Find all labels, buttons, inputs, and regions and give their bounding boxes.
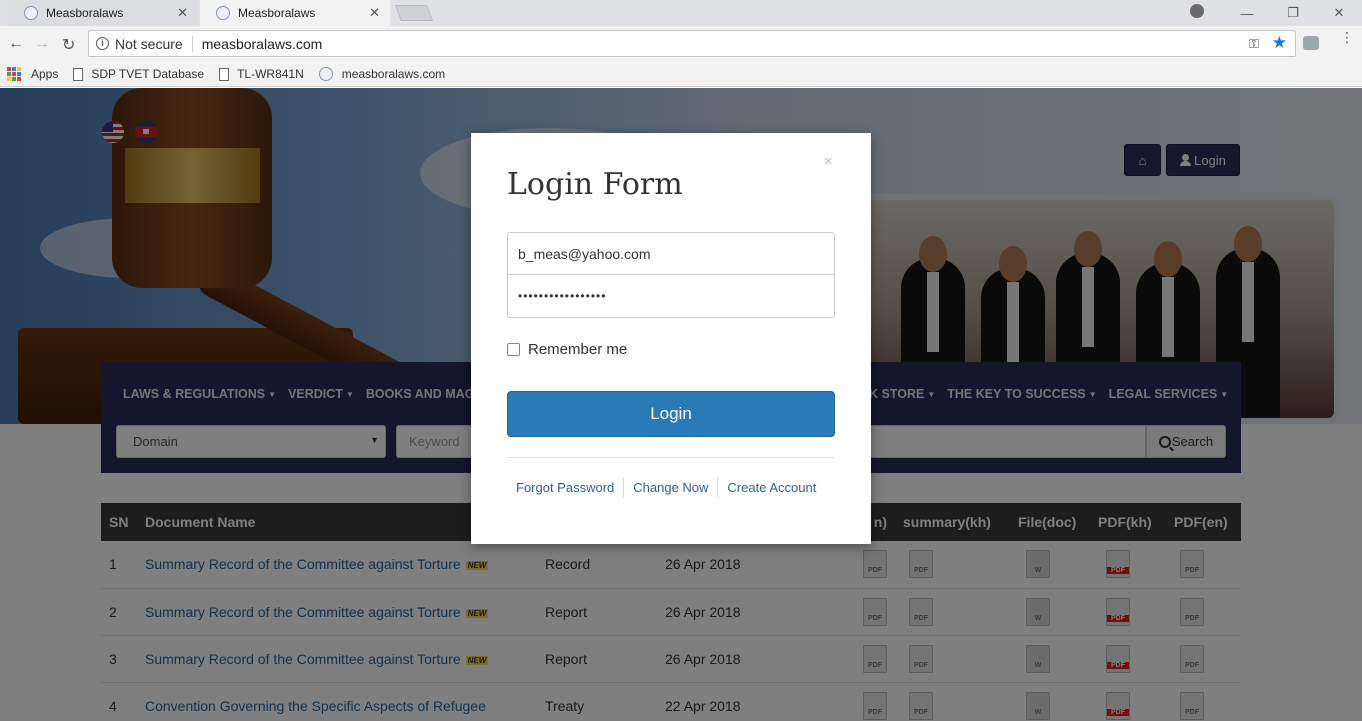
email-value: b_meas@yahoo.com <box>518 245 651 262</box>
tab-close-icon[interactable]: ✕ <box>369 5 380 21</box>
browser-menu-icon[interactable]: ⋮ <box>1340 30 1354 44</box>
info-icon[interactable]: i <box>96 37 109 50</box>
tab-title: Measboralaws <box>46 6 124 20</box>
bookmark-sdp-tvet[interactable]: SDP TVET Database <box>73 67 204 81</box>
change-now-link[interactable]: Change Now <box>623 477 717 498</box>
bookmark-label: measboralaws.com <box>341 67 446 81</box>
site-favicon-icon <box>318 67 333 81</box>
browser-toolbar: ← → ↻ i Not secure measboralaws.com ⚿ ★ … <box>0 26 1362 62</box>
email-field[interactable]: b_meas@yahoo.com <box>507 232 835 275</box>
key-icon[interactable]: ⚿ <box>1249 36 1259 52</box>
submit-label: Login <box>650 404 692 423</box>
window-controls: — ❐ ✕ <box>1224 0 1362 26</box>
url-text[interactable]: measboralaws.com <box>202 36 323 52</box>
site-favicon-icon <box>216 6 230 20</box>
page-icon <box>219 67 230 81</box>
modal-links: Forgot Password Change Now Create Accoun… <box>507 477 835 498</box>
forward-icon[interactable]: → <box>34 35 50 53</box>
profile-icon[interactable] <box>1190 4 1204 18</box>
browser-tab-active[interactable]: Measboralaws ✕ <box>200 0 390 26</box>
bookmark-tl-wr841n[interactable]: TL-WR841N <box>219 67 304 81</box>
tab-close-icon[interactable]: ✕ <box>177 5 188 21</box>
close-window-icon[interactable]: ✕ <box>1316 5 1362 21</box>
browser-tab[interactable]: Measboralaws ✕ <box>8 0 198 26</box>
tab-title: Measboralaws <box>238 6 316 20</box>
bookmark-star-icon[interactable]: ★ <box>1272 33 1287 53</box>
remember-checkbox[interactable] <box>507 343 520 356</box>
bookmarks-bar: Apps SDP TVET Database TL-WR841N measbor… <box>0 62 1362 87</box>
reload-icon[interactable]: ↻ <box>62 35 75 55</box>
bookmark-apps[interactable]: Apps <box>7 67 58 81</box>
page-icon <box>73 67 84 81</box>
password-field[interactable]: ••••••••••••••••• <box>507 275 835 318</box>
apps-grid-icon <box>7 67 21 81</box>
bookmark-label: Apps <box>31 67 59 81</box>
remember-label: Remember me <box>528 341 628 358</box>
extension-icon[interactable] <box>1303 36 1319 50</box>
minimize-icon[interactable]: — <box>1224 6 1270 21</box>
site-favicon-icon <box>24 6 38 20</box>
divider <box>507 457 835 458</box>
security-label: Not secure <box>115 35 183 52</box>
back-icon[interactable]: ← <box>8 35 24 53</box>
login-modal: × Login Form b_meas@yahoo.com ••••••••••… <box>471 133 871 544</box>
tab-strip: Measboralaws ✕ Measboralaws ✕ — ❐ ✕ <box>0 0 1362 26</box>
create-account-link[interactable]: Create Account <box>717 477 825 498</box>
bookmark-label: TL-WR841N <box>237 67 304 81</box>
password-value: ••••••••••••••••• <box>518 289 607 303</box>
restore-icon[interactable]: ❐ <box>1270 5 1316 21</box>
new-tab-button[interactable] <box>395 5 433 21</box>
forgot-password-link[interactable]: Forgot Password <box>507 477 623 498</box>
close-icon[interactable]: × <box>824 153 833 170</box>
remember-me[interactable]: Remember me <box>507 341 627 358</box>
address-bar[interactable]: i Not secure measboralaws.com ⚿ ★ <box>88 30 1296 57</box>
bookmark-measboralaws[interactable]: measboralaws.com <box>318 67 446 81</box>
bookmark-label: SDP TVET Database <box>91 67 205 81</box>
login-submit-button[interactable]: Login <box>507 391 835 437</box>
divider <box>191 35 193 52</box>
modal-title: Login Form <box>507 167 683 202</box>
